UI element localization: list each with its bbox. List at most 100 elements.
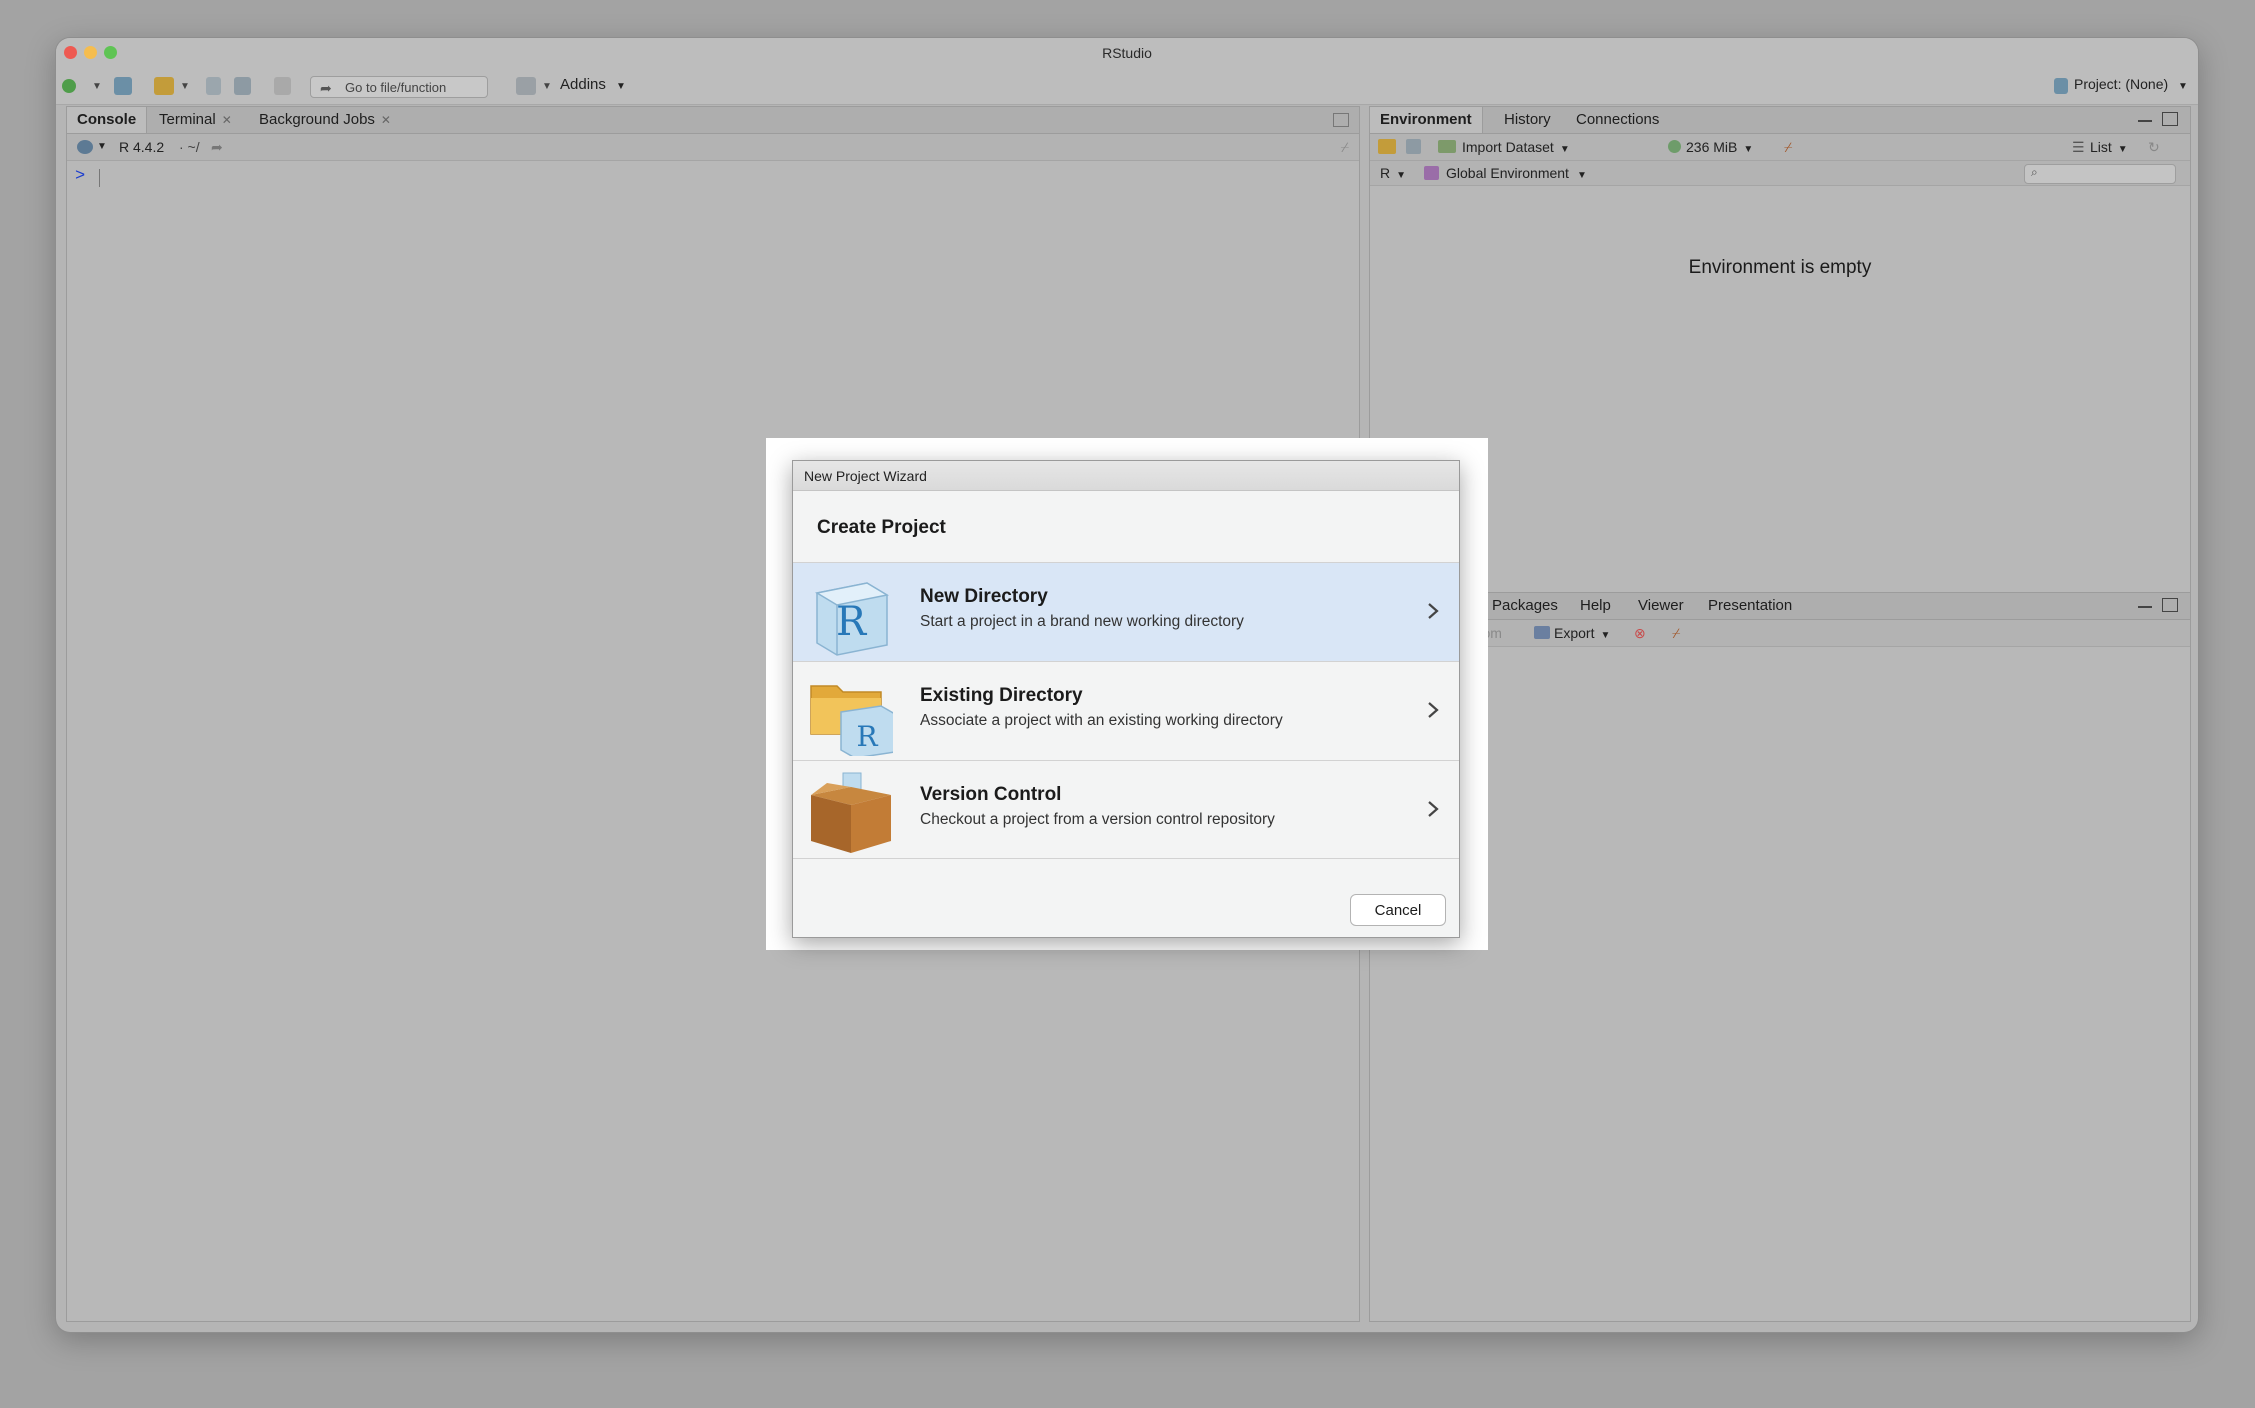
view-mode-button[interactable]: List ▼: [2090, 134, 2128, 163]
environment-toolbar: Import Dataset ▼ 236 MiB ▼ ⌿ ☰ List ▼ ↻: [1370, 134, 2190, 161]
tab-label: Background Jobs: [259, 111, 375, 128]
chevron-down-icon[interactable]: ▼: [92, 81, 102, 92]
scope-select[interactable]: Global Environment ▼: [1446, 161, 1587, 188]
option-title: New Directory: [920, 586, 1048, 607]
environment-pane: Environment History Connections Import D…: [1369, 106, 2191, 620]
option-title: Version Control: [920, 784, 1062, 805]
list-view-icon: ☰: [2072, 139, 2085, 155]
language-label: R: [1380, 165, 1391, 181]
restore-pane-icon[interactable]: [1333, 113, 1349, 127]
minimize-pane-icon[interactable]: [2138, 606, 2152, 608]
option-description: Associate a project with an existing wor…: [920, 712, 1283, 729]
chevron-right-icon: [1428, 702, 1439, 718]
open-file-icon[interactable]: [154, 77, 174, 95]
project-menu[interactable]: Project: (None) ▼: [2074, 76, 2188, 92]
environment-empty-message: Environment is empty: [1688, 257, 1872, 278]
close-window-button[interactable]: [64, 46, 77, 59]
tab-history[interactable]: History: [1494, 107, 1561, 133]
tab-connections[interactable]: Connections: [1566, 107, 1669, 133]
working-directory: · ~/: [179, 139, 200, 155]
addins-menu[interactable]: Addins ▼: [560, 76, 626, 93]
tab-background-jobs[interactable]: Background Jobs ✕: [249, 107, 401, 133]
main-toolbar: ▼ ▼ ➦ Go to file/function ▼ Addins ▼ Pro…: [56, 68, 2198, 105]
export-icon: [1534, 626, 1550, 639]
chevron-down-icon: ▼: [616, 81, 626, 92]
save-workspace-icon[interactable]: [1406, 139, 1421, 154]
broom-icon[interactable]: ⌿: [1672, 620, 1680, 646]
go-to-directory-icon[interactable]: ➦: [211, 134, 223, 160]
import-dataset-label: Import Dataset: [1462, 139, 1554, 155]
arrow-right-icon: ➦: [320, 80, 332, 96]
chevron-down-icon[interactable]: ▼: [542, 81, 552, 92]
load-workspace-icon[interactable]: [1378, 139, 1396, 154]
files-pane: ts Packages Help Viewer Presentation ⚲ Z…: [1369, 592, 2191, 1322]
chevron-down-icon[interactable]: ▼: [97, 134, 107, 160]
r-version: R 4.4.2: [119, 139, 165, 155]
remove-plot-icon[interactable]: ⊗: [1634, 620, 1646, 646]
chevron-down-icon: ▼: [1396, 170, 1407, 181]
chevron-down-icon: ▼: [2178, 81, 2188, 92]
option-title: Existing Directory: [920, 685, 1083, 706]
memory-usage-button[interactable]: 236 MiB ▼: [1686, 134, 1753, 163]
broom-icon[interactable]: ⌿: [1784, 134, 1792, 160]
import-dataset-button[interactable]: Import Dataset ▼: [1462, 134, 1570, 163]
new-project-icon[interactable]: [114, 77, 132, 95]
chevron-down-icon[interactable]: ▼: [180, 81, 190, 92]
console-header: ▼ R 4.4.2 · ~/ ➦ ⌿: [67, 134, 1359, 161]
close-tab-icon[interactable]: ✕: [381, 113, 391, 127]
tab-label: Packages: [1492, 597, 1558, 614]
cancel-button[interactable]: Cancel: [1350, 894, 1446, 926]
broom-icon[interactable]: ⌿: [1341, 134, 1349, 160]
option-existing-directory[interactable]: R Existing Directory Associate a project…: [793, 661, 1459, 760]
maximize-pane-icon[interactable]: [2162, 598, 2178, 612]
chevron-down-icon: ▼: [1600, 630, 1611, 641]
r-logo-icon: [77, 140, 93, 154]
console-tabs: Console Terminal ✕ Background Jobs ✕: [67, 107, 1359, 134]
new-file-icon[interactable]: [62, 79, 76, 93]
workspace-panes-icon[interactable]: [516, 77, 536, 95]
tab-label: Connections: [1576, 111, 1660, 128]
tab-help[interactable]: Help: [1570, 593, 1621, 619]
chevron-down-icon: ▼: [1576, 170, 1587, 181]
close-tab-icon[interactable]: ✕: [222, 113, 232, 127]
tab-viewer[interactable]: Viewer: [1628, 593, 1694, 619]
language-select[interactable]: R ▼: [1380, 161, 1406, 188]
window-title: RStudio: [1102, 45, 1152, 61]
addins-label: Addins: [560, 76, 606, 93]
export-label: Export: [1554, 625, 1595, 641]
minimize-window-button[interactable]: [84, 46, 97, 59]
refresh-icon[interactable]: ↻: [2148, 134, 2160, 160]
tab-packages[interactable]: Packages: [1482, 593, 1568, 619]
save-icon[interactable]: [206, 77, 221, 95]
tab-label: Environment: [1380, 111, 1472, 128]
chevron-down-icon: ▼: [1559, 144, 1570, 155]
option-version-control[interactable]: Version Control Checkout a project from …: [793, 760, 1459, 859]
save-all-icon[interactable]: [234, 77, 251, 95]
tab-terminal[interactable]: Terminal ✕: [149, 107, 242, 133]
environment-icon: [1424, 166, 1439, 180]
environment-search-input[interactable]: ⌕: [2024, 164, 2176, 184]
option-description: Checkout a project from a version contro…: [920, 811, 1275, 828]
folder-r-icon: R: [810, 685, 893, 756]
new-project-dialog: New Project Wizard Create Project R New …: [792, 460, 1460, 938]
tab-label: Help: [1580, 597, 1611, 614]
dialog-title: New Project Wizard: [793, 461, 1459, 491]
print-icon[interactable]: [274, 77, 291, 95]
option-new-directory[interactable]: R New Directory Start a project in a bra…: [793, 562, 1459, 661]
tab-console[interactable]: Console: [67, 107, 147, 133]
chevron-down-icon: ▼: [1743, 144, 1754, 155]
environment-tabs: Environment History Connections: [1370, 107, 2190, 134]
chevron-down-icon: ▼: [2117, 144, 2128, 155]
tab-presentation[interactable]: Presentation: [1698, 593, 1802, 619]
import-dataset-icon: [1438, 140, 1456, 153]
maximize-pane-icon[interactable]: [2162, 112, 2178, 126]
zoom-window-button[interactable]: [104, 46, 117, 59]
go-to-file-input[interactable]: ➦ Go to file/function: [310, 76, 488, 98]
export-button[interactable]: Export ▼: [1554, 620, 1610, 649]
chevron-right-icon: [1428, 603, 1439, 619]
environment-scope-bar: R ▼ Global Environment ▼ ⌕: [1370, 161, 2190, 186]
memory-usage-icon: [1668, 140, 1681, 153]
plots-toolbar: ⚲ Zoom Export▼ ⊗ ⌿: [1370, 620, 2190, 647]
minimize-pane-icon[interactable]: [2138, 120, 2152, 122]
tab-environment[interactable]: Environment: [1370, 107, 1483, 133]
